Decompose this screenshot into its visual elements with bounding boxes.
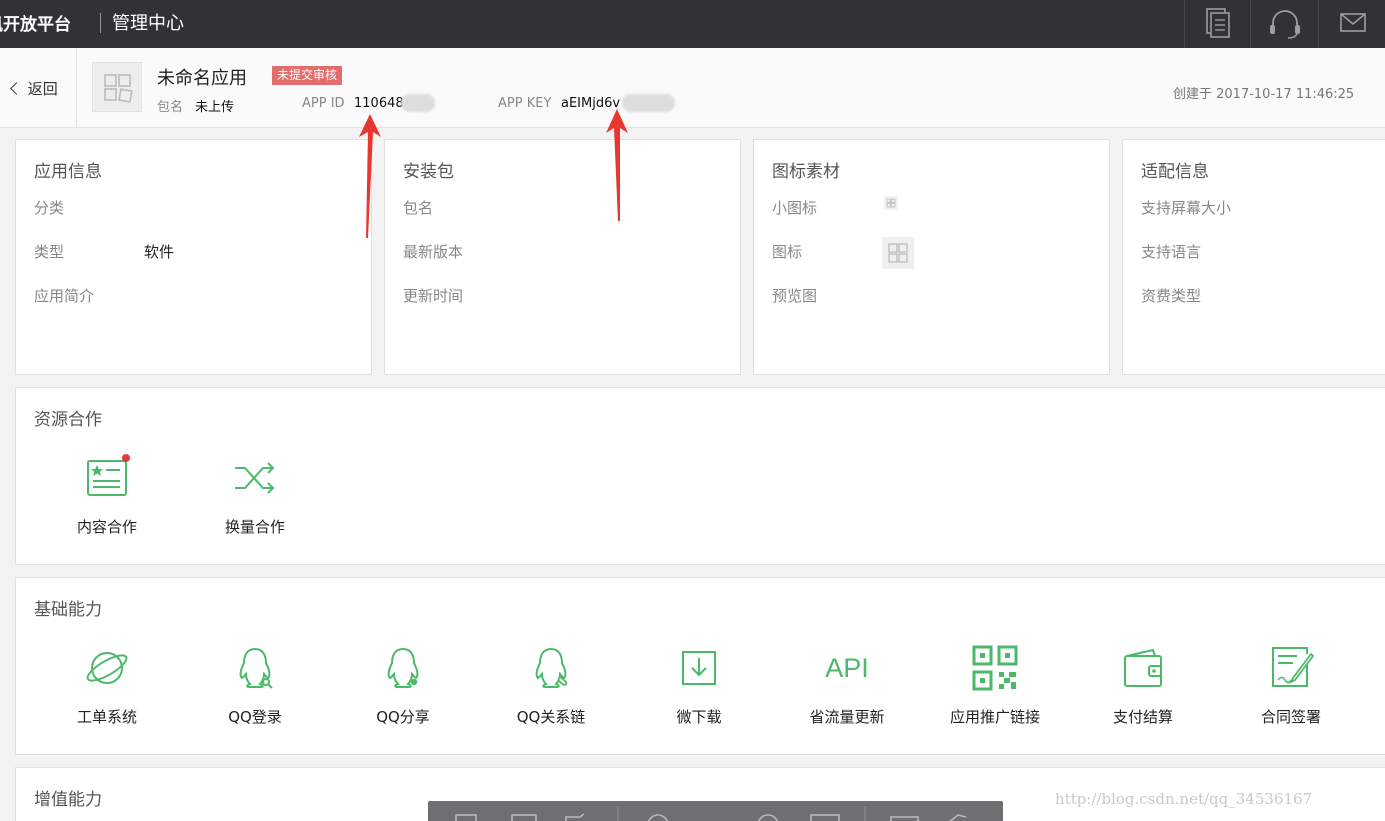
status-badge: 未提交审核 xyxy=(272,66,343,85)
annotation-arrow-app-key xyxy=(606,109,628,221)
icon-thumbnail[interactable] xyxy=(882,237,914,269)
qq-share-icon xyxy=(387,647,419,688)
row-label-type: 类型 xyxy=(34,243,65,261)
row-label-description: 应用简介 xyxy=(34,287,95,305)
row-label-category: 分类 xyxy=(34,199,65,217)
tile-label: 工单系统 xyxy=(76,708,137,726)
annotation-arrow-app-id xyxy=(359,114,381,238)
created-timestamp: 创建于 2017-10-17 11:46:25 xyxy=(1173,87,1355,102)
mail-icon xyxy=(1340,13,1366,32)
shuffle-icon xyxy=(235,462,275,494)
row-label-latest-version: 最新版本 xyxy=(403,243,464,261)
brand-divider xyxy=(100,13,101,33)
card-title: 适配信息 xyxy=(1141,162,1209,182)
compatibility-card: 适配信息 支持屏幕大小 支持语言 资费类型 xyxy=(1122,139,1385,375)
back-divider xyxy=(76,48,77,128)
app-id-label: APP ID xyxy=(302,96,345,111)
headset-icon xyxy=(1270,10,1300,39)
section-title: 基础能力 xyxy=(34,600,102,620)
card-title: 安装包 xyxy=(403,162,454,182)
traffic-exchange-tile[interactable]: 换量合作 xyxy=(181,454,329,537)
row-label-preview: 预览图 xyxy=(772,287,818,305)
ticket-system-tile[interactable]: 工单系统 xyxy=(33,644,181,727)
app-name: 未命名应用 xyxy=(157,68,247,89)
micro-download-tile[interactable]: 微下载 xyxy=(625,644,773,727)
management-center-title[interactable]: 管理中心 xyxy=(112,9,184,35)
blog-watermark: http://blog.csdn.net/qq_34536167 xyxy=(1055,790,1313,808)
tile-label: 合同签署 xyxy=(1260,708,1321,726)
document-button[interactable] xyxy=(1184,0,1250,48)
tile-label: 应用推广链接 xyxy=(949,708,1040,726)
tile-label: 内容合作 xyxy=(76,518,137,536)
row-label-language: 支持语言 xyxy=(1141,243,1202,261)
app-info-card: 应用信息 分类 类型 软件 应用简介 xyxy=(15,139,372,375)
row-label-screen-size: 支持屏幕大小 xyxy=(1141,199,1232,217)
download-icon xyxy=(682,651,716,685)
app-id-redaction xyxy=(401,94,435,112)
back-button[interactable]: 返回 xyxy=(10,78,58,99)
planet-icon xyxy=(86,652,128,684)
app-key-label: APP KEY xyxy=(498,96,552,111)
tile-label: 支付结算 xyxy=(1112,708,1173,726)
qq-login-icon xyxy=(239,647,273,689)
tile-label: 微下载 xyxy=(676,708,722,726)
row-label-small-icon: 小图标 xyxy=(772,199,818,217)
content-cooperation-tile[interactable]: 内容合作 xyxy=(33,454,181,537)
mail-button[interactable] xyxy=(1318,0,1385,48)
app-header: 返回 未命名应用 未提交审核 包名 未上传 APP ID 110648 APP … xyxy=(0,48,1385,128)
section-title: 增值能力 xyxy=(34,790,102,810)
tile-label: QQ关系链 xyxy=(516,708,586,726)
top-navbar: 讯开放平台 管理中心 xyxy=(0,0,1385,48)
incremental-update-tile[interactable]: API 省流量更新 xyxy=(773,644,921,727)
basic-capabilities-section: 基础能力 工单系统 QQ登录 QQ分享 QQ关系链 微下载 API 省流量更新 … xyxy=(15,577,1385,755)
image-viewer-toolbar[interactable] xyxy=(428,801,1003,821)
document-icon xyxy=(1206,8,1230,38)
row-label-update-time: 更新时间 xyxy=(403,287,464,305)
package-card: 安装包 包名 最新版本 更新时间 xyxy=(384,139,741,375)
app-id-value[interactable]: 110648 xyxy=(354,96,404,111)
promotion-link-tile[interactable]: 应用推广链接 xyxy=(921,644,1069,727)
qq-relation-icon xyxy=(535,647,568,688)
section-title: 资源合作 xyxy=(34,410,102,430)
app-placeholder-icon xyxy=(104,74,133,103)
content-card-icon xyxy=(87,454,130,496)
card-title: 应用信息 xyxy=(34,162,102,182)
small-icon-thumbnail[interactable] xyxy=(884,196,898,210)
row-label-package-name: 包名 xyxy=(403,199,434,217)
row-label-fee-type: 资费类型 xyxy=(1141,287,1202,305)
app-icon xyxy=(92,62,142,112)
wallet-icon xyxy=(1124,648,1162,687)
tile-label: 换量合作 xyxy=(224,518,285,536)
qq-share-tile[interactable]: QQ分享 xyxy=(329,644,477,727)
tile-label: 省流量更新 xyxy=(809,708,885,726)
contract-icon xyxy=(1272,647,1315,687)
payment-settlement-tile[interactable]: 支付结算 xyxy=(1069,644,1217,727)
qrcode-icon xyxy=(972,645,1018,691)
tile-label: QQ登录 xyxy=(228,708,282,726)
resources-section: 资源合作 内容合作 换量合作 xyxy=(15,387,1385,565)
row-value-type: 软件 xyxy=(144,243,175,261)
package-value: 未上传 xyxy=(195,100,235,115)
qq-relation-chain-tile[interactable]: QQ关系链 xyxy=(477,644,625,727)
api-icon: API xyxy=(825,653,869,683)
tile-label: QQ分享 xyxy=(376,708,430,726)
row-label-icon: 图标 xyxy=(772,243,803,261)
icon-assets-card: 图标素材 小图标 图标 预览图 xyxy=(753,139,1110,375)
platform-brand[interactable]: 讯开放平台 xyxy=(0,10,71,35)
package-label: 包名 xyxy=(157,100,184,115)
chevron-left-icon xyxy=(10,82,23,95)
toolbar-icons xyxy=(455,807,967,821)
contract-signing-tile[interactable]: 合同签署 xyxy=(1217,644,1365,727)
qq-login-tile[interactable]: QQ登录 xyxy=(181,644,329,727)
back-label: 返回 xyxy=(27,80,58,98)
card-title: 图标素材 xyxy=(772,162,840,182)
support-button[interactable] xyxy=(1250,0,1318,48)
